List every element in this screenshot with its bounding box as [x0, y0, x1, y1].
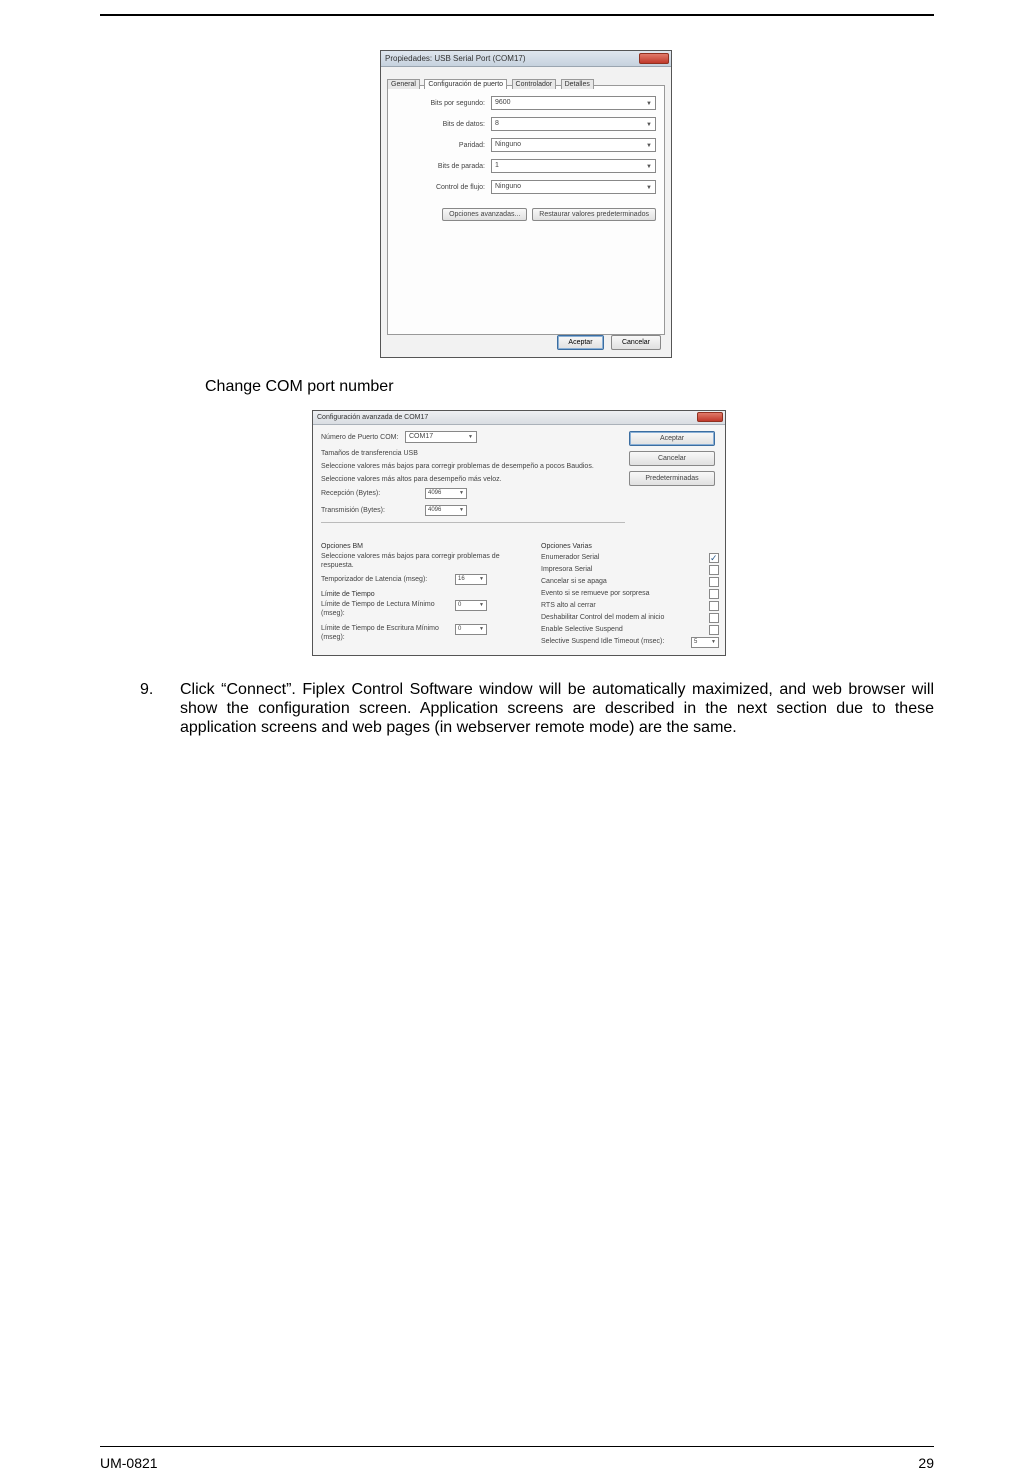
stop-bits-select[interactable]: 1 [491, 159, 656, 173]
dialog-titlebar: Configuración avanzada de COM17 [313, 411, 725, 425]
rx-label: Recepción (Bytes): [321, 490, 425, 497]
data-bits-select[interactable]: 8 [491, 117, 656, 131]
tx-select[interactable]: 4096 [425, 505, 467, 516]
ok-button[interactable]: Aceptar [557, 335, 603, 350]
footer-page-number: 29 [918, 1455, 934, 1471]
opt-disable-modem: Deshabilitar Control del modem al inicio [541, 612, 664, 624]
parity-label: Paridad: [396, 142, 491, 149]
usb-heading: Tamaños de transferencia USB [321, 449, 625, 458]
baud-select[interactable]: 9600 [491, 96, 656, 110]
latency-label: Temporizador de Latencia (mseg): [321, 576, 455, 583]
opt-serial-printer-checkbox[interactable] [709, 565, 719, 575]
misc-heading: Opciones Varias [541, 543, 719, 550]
com-port-select[interactable]: COM17 [405, 431, 477, 443]
ok-button[interactable]: Aceptar [629, 431, 715, 446]
advanced-button[interactable]: Opciones avanzadas... [442, 208, 527, 221]
opt-serial-enum: Enumerador Serial [541, 552, 599, 564]
opt-cancel-poweroff: Cancelar si se apaga [541, 576, 607, 588]
flow-select[interactable]: Ninguno [491, 180, 656, 194]
flow-label: Control de flujo: [396, 184, 491, 191]
figure-caption: Change COM port number [205, 378, 934, 396]
step-9: 9. Click “Connect”. Fiplex Control Softw… [100, 680, 934, 737]
opt-serial-enum-checkbox[interactable] [709, 553, 719, 563]
dialog-titlebar: Propiedades: USB Serial Port (COM17) [381, 51, 671, 67]
opt-rts-high-checkbox[interactable] [709, 601, 719, 611]
tab-port-config[interactable]: Configuración de puerto [424, 79, 507, 89]
page-footer: UM-0821 29 [100, 1455, 934, 1471]
tab-driver[interactable]: Controlador [512, 79, 557, 89]
advanced-config-dialog: Configuración avanzada de COM17 Aceptar … [312, 410, 726, 656]
tab-details[interactable]: Detalles [561, 79, 594, 89]
write-timeout-select[interactable]: 0 [455, 624, 487, 635]
cancel-button[interactable]: Cancelar [611, 335, 661, 350]
tab-general[interactable]: General [387, 79, 420, 89]
write-timeout-label: Límite de Tiempo de Escritura Mínimo (ms… [321, 624, 455, 642]
close-icon[interactable] [639, 53, 669, 64]
usb-hint-low: Seleccione valores más bajos para correg… [321, 462, 625, 471]
dialog-title: Propiedades: USB Serial Port (COM17) [385, 54, 526, 63]
read-timeout-select[interactable]: 0 [455, 600, 487, 611]
usb-hint-high: Seleccione valores más altos para desemp… [321, 475, 625, 484]
bm-heading: Opciones BM [321, 543, 533, 550]
data-bits-label: Bits de datos: [396, 121, 491, 128]
footer-rule [100, 1446, 934, 1447]
baud-label: Bits por segundo: [396, 100, 491, 107]
defaults-button[interactable]: Predeterminadas [629, 471, 715, 486]
restore-defaults-button[interactable]: Restaurar valores predeterminados [532, 208, 656, 221]
step-number: 9. [100, 680, 180, 737]
divider [321, 522, 625, 523]
tx-label: Transmisión (Bytes): [321, 507, 425, 514]
bm-hint: Seleccione valores más bajos para correg… [321, 552, 533, 570]
port-properties-dialog: Propiedades: USB Serial Port (COM17) Gen… [380, 50, 672, 358]
parity-select[interactable]: Ninguno [491, 138, 656, 152]
step-text: Click “Connect”. Fiplex Control Software… [180, 680, 934, 737]
footer-doc-id: UM-0821 [100, 1455, 158, 1471]
dialog-panel: Bits por segundo: 9600 Bits de datos: 8 … [387, 85, 665, 335]
cancel-button[interactable]: Cancelar [629, 451, 715, 466]
opt-selective-suspend-checkbox[interactable] [709, 625, 719, 635]
opt-selective-suspend: Enable Selective Suspend [541, 624, 623, 636]
opt-disable-modem-checkbox[interactable] [709, 613, 719, 623]
rx-select[interactable]: 4096 [425, 488, 467, 499]
opt-surprise-remove: Evento si se remueve por sorpresa [541, 588, 650, 600]
opt-serial-printer: Impresora Serial [541, 564, 592, 576]
latency-select[interactable]: 16 [455, 574, 487, 585]
header-rule [100, 14, 934, 16]
com-port-label: Número de Puerto COM: [321, 434, 405, 441]
timeout-heading: Límite de Tiempo [321, 591, 533, 598]
opt-rts-high: RTS alto al cerrar [541, 600, 596, 612]
ss-timeout-select[interactable]: 5 [691, 637, 719, 648]
dialog-title: Configuración avanzada de COM17 [317, 414, 428, 421]
dialog-tabs: General Configuración de puerto Controla… [387, 71, 665, 85]
read-timeout-label: Límite de Tiempo de Lectura Mínimo (mseg… [321, 600, 455, 618]
opt-surprise-remove-checkbox[interactable] [709, 589, 719, 599]
opt-cancel-poweroff-checkbox[interactable] [709, 577, 719, 587]
stop-bits-label: Bits de parada: [396, 163, 491, 170]
close-icon[interactable] [697, 412, 723, 422]
ss-timeout-label: Selective Suspend Idle Timeout (msec): [541, 636, 664, 648]
